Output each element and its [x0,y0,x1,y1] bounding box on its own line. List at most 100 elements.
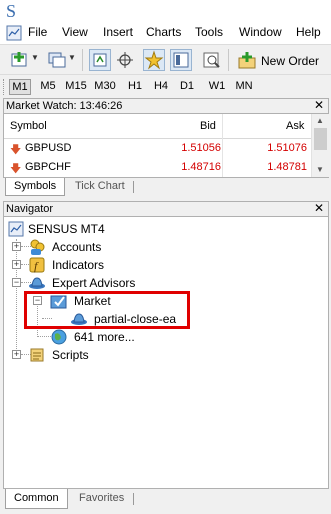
market-watch-toggle[interactable] [89,49,111,71]
price-down-arrow-icon: 🡇 [10,163,22,175]
terminal-root-icon [8,221,24,237]
expand-scripts-icon[interactable]: + [12,350,21,359]
timeframe-m5[interactable]: M5 [37,79,59,95]
column-symbol[interactable]: Symbol [10,120,47,132]
row-symbol: GBPCHF [25,161,71,173]
tree-line [16,239,17,355]
market-watch-icon [93,53,107,67]
tree-item-label: Expert Advisors [52,276,136,290]
market-watch-row[interactable]: 🡇 GBPUSD 1.51056 1.51076 [4,139,311,158]
market-watch-scrollbar[interactable]: ▲ ▼ [311,114,329,177]
tree-root[interactable]: SENSUS MT4 [8,220,208,238]
market-watch-tabs: Symbols Tick Chart [3,178,329,196]
column-ask[interactable]: Ask [286,120,304,132]
scrollbar-thumb[interactable] [314,128,327,150]
timeframe-w1[interactable]: W1 [206,79,228,95]
tab-symbols[interactable]: Symbols [5,178,66,196]
crosshair-icon [117,52,133,68]
tab-divider [133,181,134,193]
title-bar: S [0,0,331,22]
scroll-up-icon[interactable]: ▲ [316,116,324,125]
menu-tools[interactable]: Tools [195,25,223,39]
toolbar-separator [82,49,83,71]
row-bid: 1.51056 [181,142,221,154]
row-symbol: GBPUSD [25,142,72,154]
toolbar-grip [3,79,6,95]
timeframe-m1[interactable]: M1 [9,79,31,95]
app-menu-icon[interactable] [6,25,22,41]
new-order-icon [238,52,256,69]
new-order-button[interactable]: New Order [233,49,331,73]
toolbar-separator [228,49,229,71]
profiles-dropdown-icon[interactable]: ▼ [68,53,76,62]
row-ask: 1.48781 [267,161,307,173]
tree-item-indicators[interactable]: f Indicators [28,256,228,274]
navigator-title: Navigator [6,203,54,215]
tab-divider [133,493,134,505]
menu-charts[interactable]: Charts [146,25,181,39]
tree-item-scripts[interactable]: Scripts [28,346,228,364]
navigator-toggle[interactable] [143,49,165,71]
tree-item-more[interactable]: 641 more... [50,328,190,346]
menu-file[interactable]: File [28,25,47,39]
row-ask: 1.51076 [267,142,307,154]
timeframe-bar: M1 M5 M15 M30 H1 H4 D1 W1 MN [0,74,331,97]
tree-item-label: Scripts [52,348,89,362]
expand-accounts-icon[interactable]: + [12,242,21,251]
timeframe-h1[interactable]: H1 [125,79,145,95]
timeframe-h4[interactable]: H4 [151,79,171,95]
tab-favorites[interactable]: Favorites [71,489,132,509]
column-bid[interactable]: Bid [200,120,216,132]
toolbar: ▼ ▼ New Order [0,44,331,74]
market-watch-title: Market Watch: 13:46:26 [6,100,123,112]
terminal-icon [173,52,189,68]
scroll-down-icon[interactable]: ▼ [316,165,324,174]
strategy-tester-icon [203,52,220,68]
data-window-button[interactable] [114,49,136,71]
tree-item-accounts[interactable]: Accounts [28,238,228,256]
app-logo: S [6,1,17,21]
column-divider [222,139,223,158]
menu-view[interactable]: View [62,25,88,39]
expand-indicators-icon[interactable]: + [12,260,21,269]
tab-common[interactable]: Common [5,489,68,509]
new-chart-icon [11,52,27,67]
collapse-expert-advisors-icon[interactable]: − [12,278,21,287]
globe-icon [51,329,67,345]
tree-item-label: Indicators [52,258,105,272]
tree-item-label: Accounts [52,240,102,254]
navigator-header: Navigator ✕ [3,201,329,217]
new-order-label: New Order [261,54,320,68]
new-chart-button[interactable] [9,49,31,71]
timeframe-mn[interactable]: MN [233,79,255,95]
navigator-tabs: Common Favorites [3,489,329,509]
market-watch-row[interactable]: 🡇 GBPCHF 1.48716 1.48781 [4,158,311,177]
market-watch-close-icon[interactable]: ✕ [314,98,324,112]
menu-window[interactable]: Window [239,25,282,39]
row-bid: 1.48716 [181,161,221,173]
terminal-toggle[interactable] [170,49,192,71]
navigator-star-icon [144,50,164,70]
accounts-icon [30,239,45,255]
new-chart-dropdown-icon[interactable]: ▼ [31,53,39,62]
menu-insert[interactable]: Insert [103,25,133,39]
navigator-close-icon[interactable]: ✕ [314,201,324,215]
expert-advisor-hat-icon [29,277,45,289]
indicators-icon: f [29,257,45,273]
strategy-tester-button[interactable] [201,49,223,71]
timeframe-m30[interactable]: M30 [92,79,118,95]
market-watch-header: Market Watch: 13:46:26 ✕ [3,98,329,114]
highlight-annotation-box [24,291,190,329]
profiles-button[interactable] [46,49,68,71]
timeframe-m15[interactable]: M15 [63,79,89,95]
column-divider [222,158,223,177]
scripts-scroll-icon [30,348,44,362]
tree-item-label: 641 more... [74,330,135,344]
menu-help[interactable]: Help [296,25,321,39]
market-watch-table: Symbol Bid Ask 🡇 GBPUSD 1.51056 1.51076 … [3,114,329,178]
menu-bar: File View Insert Charts Tools Window Hel… [0,22,331,44]
tab-tick-chart[interactable]: Tick Chart [67,178,133,196]
tree-line [37,336,51,337]
timeframe-d1[interactable]: D1 [177,79,197,95]
tree-item-expert-advisors[interactable]: Expert Advisors [28,274,228,292]
